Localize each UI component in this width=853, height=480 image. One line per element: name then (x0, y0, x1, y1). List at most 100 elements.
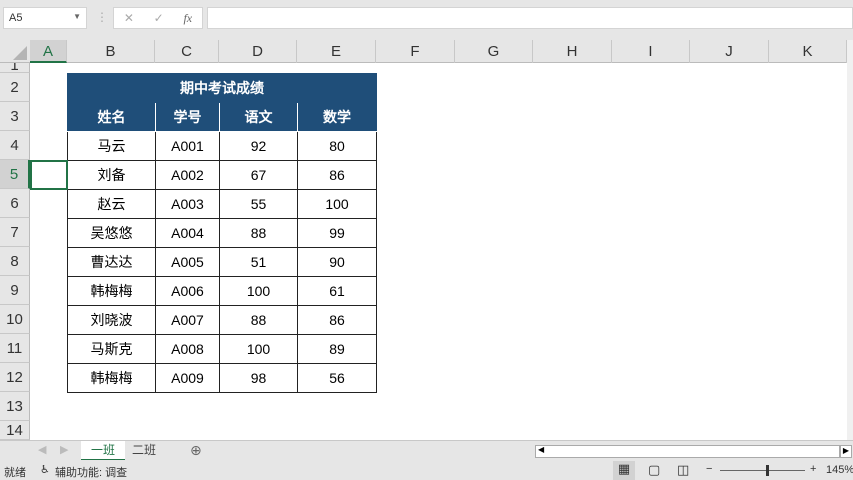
accessibility-status[interactable]: 辅助功能: 调查 (55, 464, 127, 480)
table-title[interactable]: 期中考试成绩 (67, 73, 377, 103)
scroll-right-icon[interactable]: ▶ (840, 445, 852, 458)
normal-view-icon[interactable]: ▦ (613, 461, 635, 480)
table-cell[interactable]: 90 (297, 247, 377, 277)
column-header-H[interactable]: H (533, 40, 612, 63)
table-row: 马云 A001 92 80 (67, 131, 377, 161)
table-cell[interactable]: 韩梅梅 (67, 276, 156, 306)
table-cell[interactable]: A001 (155, 131, 220, 161)
table-cell[interactable]: 100 (219, 276, 298, 306)
row-header-14[interactable]: 14 (0, 421, 30, 440)
table-cell[interactable]: 51 (219, 247, 298, 277)
table-cell[interactable]: 马云 (67, 131, 156, 161)
table-cell[interactable]: 刘晓波 (67, 305, 156, 335)
table-cell[interactable]: A006 (155, 276, 220, 306)
table-cell[interactable]: 80 (297, 131, 377, 161)
score-table: 期中考试成绩 姓名 学号 语文 数学 马云 A001 92 80 刘备 A002 67 86 赵云 A0… (67, 73, 377, 393)
zoom-level[interactable]: 145% (826, 464, 853, 476)
column-header-C[interactable]: C (155, 40, 219, 63)
table-row: 韩梅梅 A006 100 61 (67, 276, 377, 306)
status-bar: 就绪 ♿ 辅助功能: 调查 ▦ ▢ ◫ − + 145% (0, 460, 853, 480)
row-header-4[interactable]: 4 (0, 131, 30, 160)
column-header-G[interactable]: G (455, 40, 533, 63)
scroll-tabs-right-icon[interactable]: ▶ (60, 443, 68, 456)
table-cell[interactable]: A007 (155, 305, 220, 335)
table-cell[interactable]: A002 (155, 160, 220, 190)
selected-cell-a5[interactable] (30, 160, 68, 190)
table-cell[interactable]: 56 (297, 363, 377, 393)
zoom-slider[interactable] (720, 470, 805, 471)
sheet-tab-1[interactable]: 一班 (81, 441, 126, 461)
table-cell[interactable]: 吴悠悠 (67, 218, 156, 248)
row-header-9[interactable]: 9 (0, 276, 30, 305)
zoom-in-button[interactable]: + (810, 463, 816, 475)
column-header-E[interactable]: E (297, 40, 376, 63)
chevron-down-icon[interactable]: ▼ (73, 12, 81, 21)
row-header-5[interactable]: 5 (0, 160, 30, 189)
cancel-icon[interactable]: ✕ (124, 11, 134, 25)
table-cell[interactable]: 99 (297, 218, 377, 248)
name-box-value: A5 (9, 12, 23, 24)
table-cell[interactable]: 86 (297, 305, 377, 335)
table-cell[interactable]: 67 (219, 160, 298, 190)
name-box[interactable]: A5 ▼ (3, 7, 87, 29)
zoom-slider-handle[interactable] (766, 465, 769, 476)
vertical-scrollbar[interactable] (847, 40, 853, 440)
column-heading[interactable]: 语文 (219, 102, 298, 132)
row-header-6[interactable]: 6 (0, 189, 30, 218)
table-cell[interactable]: 61 (297, 276, 377, 306)
table-cell[interactable]: 55 (219, 189, 298, 219)
table-cell[interactable]: 98 (219, 363, 298, 393)
page-layout-view-icon[interactable]: ▢ (648, 462, 660, 478)
table-cell[interactable]: 赵云 (67, 189, 156, 219)
row-header-8[interactable]: 8 (0, 247, 30, 276)
table-cell[interactable]: 92 (219, 131, 298, 161)
table-cell[interactable]: 100 (297, 189, 377, 219)
column-header-J[interactable]: J (690, 40, 769, 63)
table-cell[interactable]: A009 (155, 363, 220, 393)
column-header-F[interactable]: F (376, 40, 455, 63)
row-header-13[interactable]: 13 (0, 392, 30, 421)
column-header-D[interactable]: D (219, 40, 297, 63)
table-cell[interactable]: 86 (297, 160, 377, 190)
drag-handle-icon[interactable]: ⋮ (96, 10, 108, 24)
column-header-B[interactable]: B (67, 40, 155, 63)
table-cell[interactable]: A008 (155, 334, 220, 364)
scroll-left-icon[interactable]: ◀ (538, 445, 544, 454)
row-header-12[interactable]: 12 (0, 363, 30, 392)
column-heading[interactable]: 数学 (297, 102, 377, 132)
row-header-11[interactable]: 11 (0, 334, 30, 363)
column-heading[interactable]: 学号 (155, 102, 220, 132)
page-break-view-icon[interactable]: ◫ (677, 462, 689, 478)
column-header-I[interactable]: I (612, 40, 690, 63)
add-sheet-icon[interactable]: ⊕ (190, 442, 202, 459)
table-cell[interactable]: A003 (155, 189, 220, 219)
table-cell[interactable]: 100 (219, 334, 298, 364)
table-cell[interactable]: 刘备 (67, 160, 156, 190)
sheet-tab-2[interactable]: 二班 (122, 441, 166, 461)
table-row: 吴悠悠 A004 88 99 (67, 218, 377, 248)
row-header-3[interactable]: 3 (0, 102, 30, 131)
horizontal-scrollbar[interactable] (535, 445, 840, 458)
scroll-tabs-left-icon[interactable]: ◀ (38, 443, 46, 456)
table-cell[interactable]: 88 (219, 218, 298, 248)
column-header-K[interactable]: K (769, 40, 847, 63)
table-cell[interactable]: A004 (155, 218, 220, 248)
table-cell[interactable]: 韩梅梅 (67, 363, 156, 393)
table-cell[interactable]: A005 (155, 247, 220, 277)
row-header-1[interactable]: 1 (0, 63, 30, 73)
row-header-7[interactable]: 7 (0, 218, 30, 247)
zoom-out-button[interactable]: − (706, 463, 712, 475)
column-header-A[interactable]: A (30, 40, 67, 63)
row-header-2[interactable]: 2 (0, 73, 30, 102)
table-cell[interactable]: 89 (297, 334, 377, 364)
table-cell[interactable]: 88 (219, 305, 298, 335)
row-header-10[interactable]: 10 (0, 305, 30, 334)
column-heading[interactable]: 姓名 (67, 102, 156, 132)
table-cell[interactable]: 马斯克 (67, 334, 156, 364)
enter-icon[interactable]: ✓ (154, 11, 164, 25)
insert-function-icon[interactable]: fx (183, 11, 192, 26)
table-row: 赵云 A003 55 100 (67, 189, 377, 219)
formula-input[interactable] (207, 7, 853, 29)
select-all-button[interactable] (0, 40, 30, 63)
table-cell[interactable]: 曹达达 (67, 247, 156, 277)
